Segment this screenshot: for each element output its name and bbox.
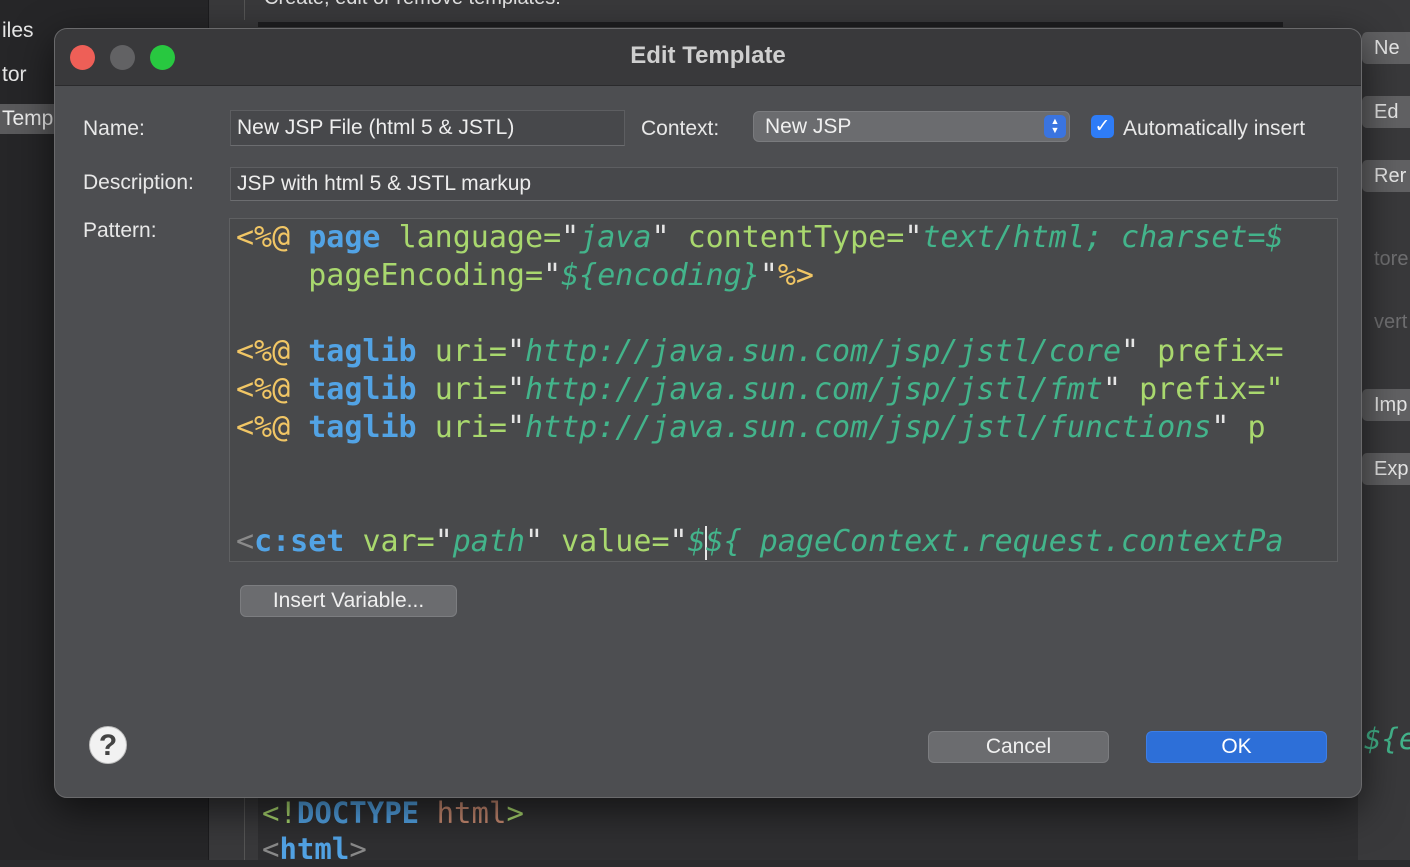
code-token: taglib (308, 372, 417, 407)
code-token: prefix=" (1139, 372, 1284, 407)
code-token: $ (687, 524, 706, 559)
insert-variable-button[interactable]: Insert Variable... (240, 585, 457, 617)
cancel-button[interactable]: Cancel (928, 731, 1109, 763)
code-token: > (349, 832, 367, 866)
auto-insert-label[interactable]: Automatically insert (1123, 117, 1305, 141)
context-label: Context: (641, 117, 720, 140)
context-select-value: New JSP (765, 115, 852, 138)
code-token: taglib (308, 334, 417, 369)
code-token: <%@ (236, 410, 291, 445)
code-token: http://java.sun.com/jsp/jstl/fmt (525, 372, 1103, 407)
code-token: prefix= (1157, 334, 1284, 369)
code-token: pageEncoding (308, 258, 525, 293)
sidebar-item-files[interactable]: iles (0, 16, 58, 46)
code-token: < (262, 832, 280, 866)
code-token: html (279, 832, 350, 866)
restore-template-button[interactable]: tore (1362, 243, 1410, 275)
code-token: ${ pageContext.request.contextPa (705, 524, 1284, 559)
code-token: <%@ (236, 220, 291, 255)
preview-code-fragment: ${e (1364, 722, 1410, 756)
code-token: < (236, 524, 255, 559)
name-label: Name: (83, 117, 145, 140)
description-label: Description: (83, 171, 194, 194)
code-token: taglib (308, 410, 417, 445)
ok-button[interactable]: OK (1146, 731, 1327, 763)
export-template-button[interactable]: Exp (1362, 453, 1410, 485)
divider (244, 790, 245, 860)
name-field[interactable]: New JSP File (html 5 & JSTL) (230, 110, 625, 146)
code-token: http://java.sun.com/jsp/jstl/core (525, 334, 1122, 369)
dialog-titlebar: Edit Template (55, 29, 1361, 86)
code-token: c:set (254, 524, 345, 559)
remove-template-button[interactable]: Rer (1362, 160, 1410, 192)
code-token: uri (434, 334, 489, 369)
revert-template-button[interactable]: vert t (1362, 306, 1410, 338)
code-token: http://java.sun.com/jsp/jstl/functions (525, 410, 1212, 445)
code-token: DOCTYPE (296, 796, 420, 830)
code-token: <%@ (236, 372, 291, 407)
template-preview-code: <!DOCTYPE html> <html> (262, 795, 524, 867)
edit-template-dialog: Edit Template Name: New JSP File (html 5… (54, 28, 1362, 798)
code-token: %> (777, 258, 814, 293)
code-token: uri (434, 410, 489, 445)
code-token: > (506, 796, 524, 830)
dialog-title: Edit Template (630, 42, 786, 69)
pattern-code[interactable]: <%@ page language="java" contentType="te… (236, 219, 1284, 561)
select-arrows-icon: ▲ ▼ (1044, 115, 1066, 138)
code-token: p (1247, 410, 1266, 445)
new-template-button[interactable]: Ne (1362, 32, 1410, 64)
checkmark-icon: ✓ (1094, 116, 1111, 137)
code-token: var (362, 524, 417, 559)
code-token: <! (262, 796, 297, 830)
code-token: java (579, 220, 652, 255)
code-token: ${encoding} (561, 258, 760, 293)
sidebar-item-editor[interactable]: tor (0, 60, 58, 90)
code-token: page (308, 220, 381, 255)
code-token: contentType (687, 220, 887, 255)
import-template-button[interactable]: Imp (1362, 389, 1410, 421)
pattern-editor[interactable]: <%@ page language="java" contentType="te… (229, 218, 1338, 562)
sidebar-item-templates[interactable]: Templ (0, 104, 58, 134)
description-field[interactable]: JSP with html 5 & JSTL markup (230, 167, 1338, 201)
code-token: value (561, 524, 652, 559)
pattern-label: Pattern: (83, 219, 157, 242)
divider (244, 0, 245, 20)
templates-description: Create, edit or remove templates: (264, 0, 561, 10)
auto-insert-checkbox[interactable]: ✓ (1091, 115, 1114, 138)
edit-template-button[interactable]: Ed (1362, 96, 1410, 128)
code-token: language (398, 220, 544, 255)
code-token: html (419, 796, 507, 830)
code-token: text/html; charset=$ (922, 220, 1284, 255)
code-token: uri (434, 372, 489, 407)
templates-table-header (258, 22, 1283, 27)
help-icon[interactable]: ? (89, 726, 127, 764)
code-token: <%@ (236, 334, 291, 369)
code-token: path (452, 524, 525, 559)
context-select[interactable]: New JSP ▲ ▼ (753, 111, 1070, 142)
